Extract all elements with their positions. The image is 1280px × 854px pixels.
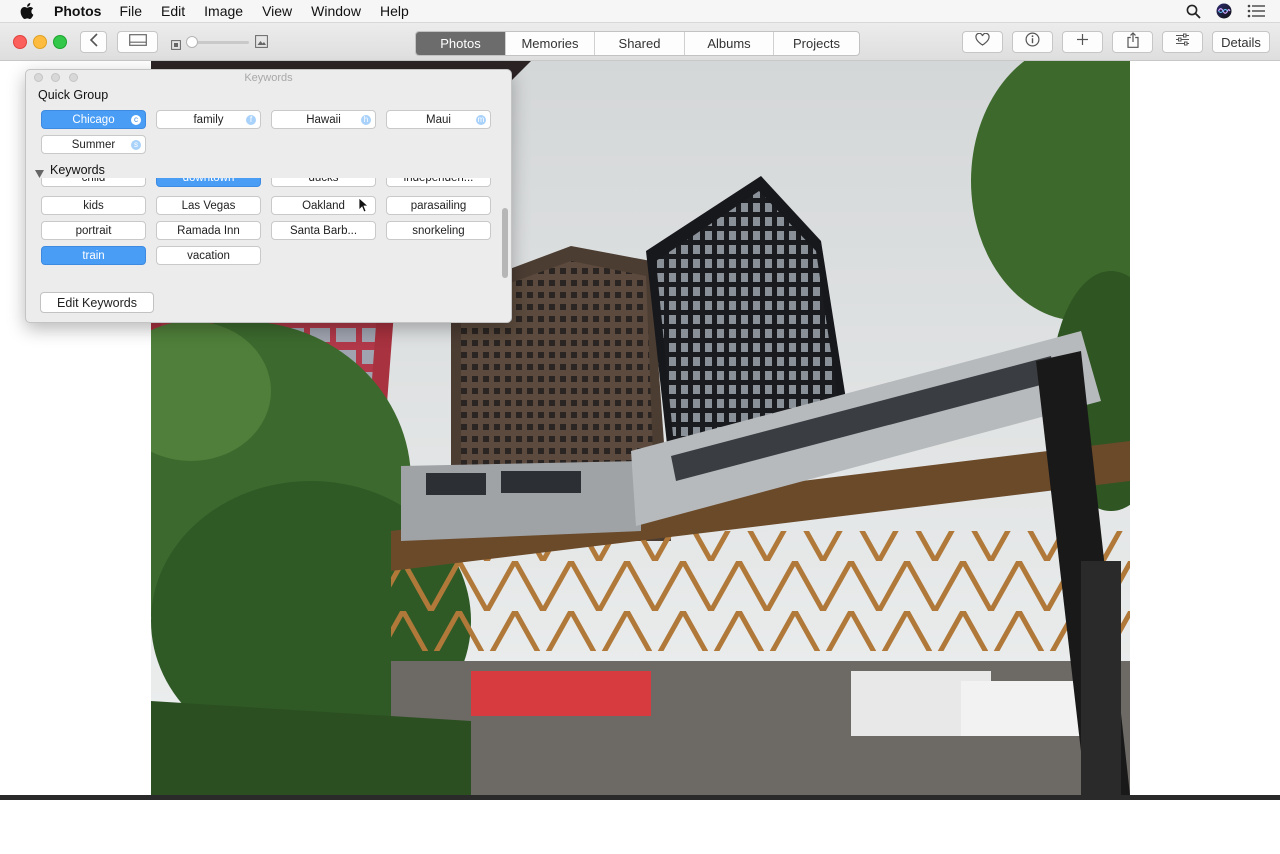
quick-group-hawaii[interactable]: Hawaii h bbox=[271, 110, 376, 129]
keywords-panel-titlebar[interactable]: Keywords bbox=[26, 70, 511, 86]
keyword-label: family bbox=[193, 113, 224, 126]
keyword-santa-barbara[interactable]: Santa Barb... bbox=[271, 221, 376, 240]
keyword-portrait[interactable]: portrait bbox=[41, 221, 146, 240]
bottom-strip bbox=[0, 795, 1280, 800]
shortcut-badge: c bbox=[131, 115, 141, 125]
keywords-list[interactable]: child downtown ducks independen... kids … bbox=[26, 178, 511, 276]
quick-group-family[interactable]: family f bbox=[156, 110, 261, 129]
tab-photos[interactable]: Photos bbox=[416, 32, 505, 55]
zoom-slider[interactable] bbox=[171, 35, 268, 50]
tab-projects[interactable]: Projects bbox=[773, 32, 859, 55]
window-minimize-button[interactable] bbox=[33, 35, 47, 49]
keyword-label: Summer bbox=[71, 138, 116, 151]
tab-memories[interactable]: Memories bbox=[505, 32, 594, 55]
adjust-icon bbox=[1175, 33, 1190, 51]
zoom-small-icon bbox=[171, 37, 181, 55]
edit-keywords-button[interactable]: Edit Keywords bbox=[40, 292, 154, 313]
zoom-slider-knob[interactable] bbox=[186, 36, 198, 48]
info-button[interactable] bbox=[1012, 31, 1053, 53]
info-icon bbox=[1025, 32, 1040, 52]
keyword-downtown[interactable]: downtown bbox=[156, 178, 261, 187]
quick-group-maui[interactable]: Maui m bbox=[386, 110, 491, 129]
keyword-ducks[interactable]: ducks bbox=[271, 178, 376, 187]
search-icon[interactable] bbox=[1186, 4, 1201, 19]
shortcut-badge: s bbox=[131, 140, 141, 150]
details-button[interactable]: Details bbox=[1212, 31, 1270, 53]
shortcut-badge: f bbox=[246, 115, 256, 125]
keyword-independence[interactable]: independen... bbox=[386, 178, 491, 187]
keyword-label: Hawaii bbox=[306, 113, 341, 126]
watermark-text: Linked bbox=[1142, 816, 1232, 847]
keywords-panel-title: Keywords bbox=[244, 72, 293, 84]
sidebar-toggle-icon bbox=[128, 33, 147, 51]
notification-center-icon[interactable] bbox=[1247, 4, 1265, 18]
adjust-button[interactable] bbox=[1162, 31, 1203, 53]
menu-help[interactable]: Help bbox=[380, 3, 409, 19]
window-close-button[interactable] bbox=[13, 35, 27, 49]
menu-image[interactable]: Image bbox=[204, 3, 243, 19]
back-button[interactable] bbox=[80, 31, 107, 53]
keywords-panel: Keywords Quick Group Chicago c family f … bbox=[25, 69, 512, 323]
menu-edit[interactable]: Edit bbox=[161, 3, 185, 19]
menu-bar: Photos File Edit Image View Window Help bbox=[0, 0, 1280, 23]
keyword-las-vegas[interactable]: Las Vegas bbox=[156, 196, 261, 215]
window-toolbar: Photos Memories Shared Albums Projects D… bbox=[0, 23, 1280, 61]
back-icon bbox=[89, 32, 99, 52]
tab-shared[interactable]: Shared bbox=[594, 32, 684, 55]
favorite-button[interactable] bbox=[962, 31, 1003, 53]
shortcut-badge: h bbox=[361, 115, 371, 125]
keywords-section-label: Keywords bbox=[50, 163, 105, 177]
menu-view[interactable]: View bbox=[262, 3, 292, 19]
keyword-label: Maui bbox=[426, 113, 451, 126]
shortcut-badge: m bbox=[476, 115, 486, 125]
quick-group-label: Quick Group bbox=[38, 88, 109, 102]
keywords-scrollbar[interactable] bbox=[502, 208, 508, 278]
sidebar-toggle-button[interactable] bbox=[117, 31, 158, 53]
quick-group-chicago[interactable]: Chicago c bbox=[41, 110, 146, 129]
siri-icon[interactable] bbox=[1216, 3, 1232, 19]
menu-window[interactable]: Window bbox=[311, 3, 361, 19]
menu-app-name[interactable]: Photos bbox=[54, 3, 101, 19]
add-button[interactable] bbox=[1062, 31, 1103, 53]
menu-file[interactable]: File bbox=[119, 3, 142, 19]
zoom-slider-track[interactable] bbox=[191, 41, 249, 44]
keyword-label: Chicago bbox=[72, 113, 115, 126]
keyword-vacation[interactable]: vacation bbox=[156, 246, 261, 265]
plus-icon bbox=[1076, 33, 1089, 51]
zoom-large-icon bbox=[255, 35, 268, 53]
window-zoom-button[interactable] bbox=[53, 35, 67, 49]
share-icon bbox=[1126, 31, 1139, 53]
tab-albums[interactable]: Albums bbox=[684, 32, 773, 55]
svg-text:in: in bbox=[1240, 820, 1261, 847]
keyword-child[interactable]: child bbox=[41, 178, 146, 187]
linkedin-watermark: Linked in bbox=[1142, 813, 1267, 849]
mouse-pointer-icon bbox=[358, 197, 370, 218]
apple-icon[interactable] bbox=[20, 3, 38, 19]
quick-group-summer[interactable]: Summer s bbox=[41, 135, 146, 154]
view-tabs: Photos Memories Shared Albums Projects bbox=[415, 31, 860, 56]
keyword-train[interactable]: train bbox=[41, 246, 146, 265]
share-button[interactable] bbox=[1112, 31, 1153, 53]
heart-icon bbox=[975, 32, 990, 51]
keyword-snorkeling[interactable]: snorkeling bbox=[386, 221, 491, 240]
keyword-kids[interactable]: kids bbox=[41, 196, 146, 215]
keyword-parasailing[interactable]: parasailing bbox=[386, 196, 491, 215]
keyword-ramada-inn[interactable]: Ramada Inn bbox=[156, 221, 261, 240]
